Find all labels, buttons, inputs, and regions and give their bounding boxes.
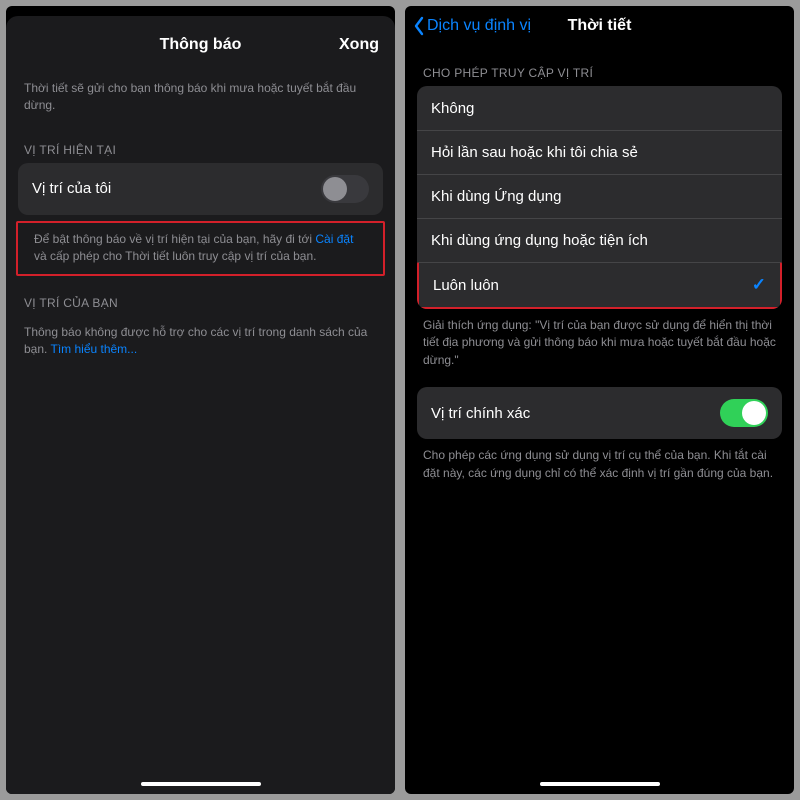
my-location-label: Vị trí của tôi (32, 180, 111, 197)
settings-hint-callout: Để bật thông báo về vị trí hiện tại của … (16, 221, 385, 276)
option-label: Khi dùng ứng dụng hoặc tiện ích (431, 232, 648, 249)
my-location-toggle[interactable] (321, 175, 369, 203)
hint-post: và cấp phép cho Thời tiết luôn truy cập … (34, 249, 316, 263)
right-content: CHO PHÉP TRUY CẬP VỊ TRÍ Không Hỏi lần s… (405, 46, 794, 486)
unsupported-text: Thông báo không được hỗ trợ cho các vị t… (6, 316, 395, 363)
intro-text: Thời tiết sẽ gửi cho bạn thông báo khi m… (6, 66, 395, 123)
settings-link[interactable]: Cài đặt (315, 232, 353, 246)
page-title: Thông báo (160, 36, 242, 54)
page-title: Thời tiết (568, 17, 632, 35)
option-while-using-widgets[interactable]: Khi dùng ứng dụng hoặc tiện ích (417, 218, 782, 262)
option-label: Hỏi lần sau hoặc khi tôi chia sẻ (431, 144, 638, 161)
left-content: Thời tiết sẽ gửi cho bạn thông báo khi m… (6, 66, 395, 362)
section-allow-location: CHO PHÉP TRUY CẬP VỊ TRÍ (405, 46, 794, 86)
home-indicator[interactable] (141, 782, 261, 786)
chevron-left-icon (413, 16, 425, 36)
current-location-group: Vị trí của tôi (18, 163, 383, 215)
precise-location-group: Vị trí chính xác (417, 387, 782, 439)
app-explanation: Giải thích ứng dụng: "Vị trí của bạn đượ… (405, 309, 794, 373)
home-indicator[interactable] (540, 782, 660, 786)
modal-header: Thông báo Xong (6, 24, 395, 66)
hint-pre: Để bật thông báo về vị trí hiện tại của … (34, 232, 315, 246)
done-button[interactable]: Xong (339, 36, 379, 54)
back-label: Dịch vụ định vị (427, 17, 531, 35)
option-while-using[interactable]: Khi dùng Ứng dụng (417, 174, 782, 218)
option-label: Không (431, 100, 474, 117)
checkmark-icon: ✓ (752, 275, 766, 295)
section-your-location: VỊ TRÍ CỦA BẠN (6, 276, 395, 316)
precise-location-label: Vị trí chính xác (431, 405, 530, 422)
location-access-options: Không Hỏi lần sau hoặc khi tôi chia sẻ K… (417, 86, 782, 309)
right-screen: Dịch vụ định vị Thời tiết CHO PHÉP TRUY … (405, 6, 794, 794)
option-ask-next[interactable]: Hỏi lần sau hoặc khi tôi chia sẻ (417, 130, 782, 174)
my-location-row[interactable]: Vị trí của tôi (18, 163, 383, 215)
option-label: Luôn luôn (433, 277, 499, 294)
precise-location-toggle[interactable] (720, 399, 768, 427)
nav-header: Dịch vụ định vị Thời tiết (405, 6, 794, 46)
precise-location-row[interactable]: Vị trí chính xác (417, 387, 782, 439)
option-label: Khi dùng Ứng dụng (431, 188, 561, 205)
settings-hint-text: Để bật thông báo về vị trí hiện tại của … (26, 231, 375, 266)
notification-sheet: Thông báo Xong Thời tiết sẽ gửi cho bạn … (6, 16, 395, 794)
back-button[interactable]: Dịch vụ định vị (413, 16, 531, 36)
precise-location-desc: Cho phép các ứng dụng sử dụng vị trí cụ … (405, 439, 794, 486)
option-always[interactable]: Luôn luôn ✓ (417, 262, 782, 309)
left-screen: Thông báo Xong Thời tiết sẽ gửi cho bạn … (6, 6, 395, 794)
option-never[interactable]: Không (417, 86, 782, 130)
section-current-location: VỊ TRÍ HIỆN TẠI (6, 123, 395, 163)
learn-more-link[interactable]: Tìm hiểu thêm... (50, 342, 137, 356)
